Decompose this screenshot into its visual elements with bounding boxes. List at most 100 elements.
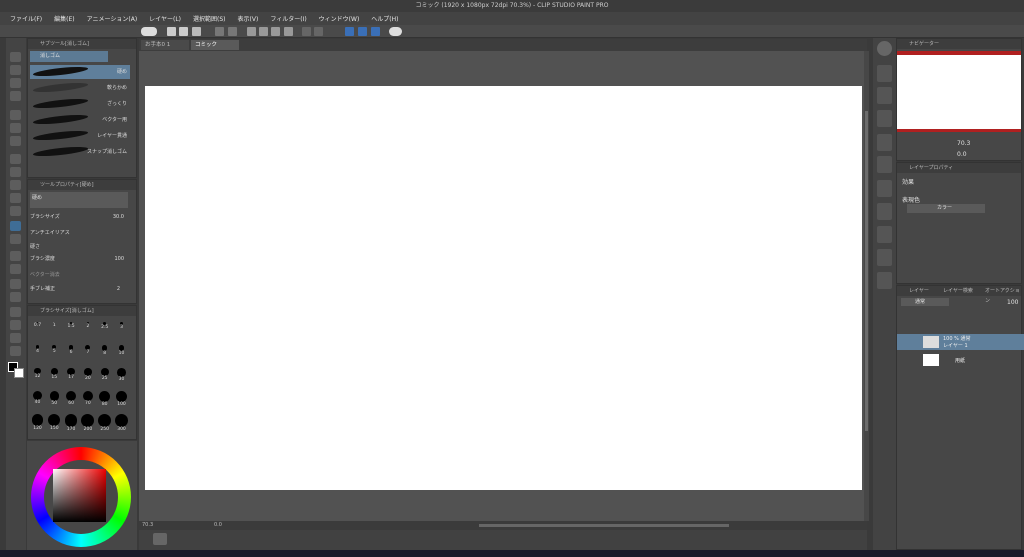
- fill-icon[interactable]: [259, 27, 268, 36]
- timeline-icon[interactable]: [153, 533, 167, 545]
- brush-size-cell[interactable]: 80: [97, 389, 112, 407]
- dock-icon[interactable]: [877, 156, 892, 173]
- brush-size-cell[interactable]: 170: [64, 412, 79, 432]
- menu-selection[interactable]: 選択範囲(S): [193, 14, 226, 23]
- tab-sample[interactable]: お手本0 1: [141, 40, 189, 50]
- brush-item[interactable]: 軟らかめ: [30, 81, 130, 95]
- brush-size-cell[interactable]: 3: [114, 320, 129, 338]
- stabilize-value[interactable]: 2: [117, 284, 120, 294]
- brush-size-cell[interactable]: 10: [114, 343, 129, 361]
- dock-icon[interactable]: [877, 272, 892, 289]
- brush-item[interactable]: ベクター用: [30, 113, 130, 127]
- brush-size-cell[interactable]: 120: [30, 412, 45, 431]
- decoration-tool-icon[interactable]: [10, 206, 21, 216]
- brush-size-cell[interactable]: 70: [80, 389, 95, 407]
- horizontal-scrollbar[interactable]: [479, 524, 729, 527]
- figure-tool-icon[interactable]: [10, 279, 21, 289]
- hand-tool-icon[interactable]: [10, 65, 21, 75]
- layer-row[interactable]: 100 % 通常 レイヤー 1: [897, 334, 1024, 350]
- brush-size-cell[interactable]: 300: [114, 412, 129, 432]
- navigator-angle[interactable]: 0.0: [957, 151, 967, 158]
- menu-filter[interactable]: フィルター(I): [270, 14, 306, 23]
- tab-comic[interactable]: コミック: [191, 40, 239, 50]
- selection-tool-icon[interactable]: [10, 110, 21, 120]
- dock-icon[interactable]: [877, 203, 892, 220]
- clear-icon[interactable]: [247, 27, 256, 36]
- brush-size-cell[interactable]: 2.5: [97, 320, 112, 338]
- brush-size-cell[interactable]: 0.7: [30, 320, 45, 338]
- brush-size-cell[interactable]: 200: [80, 412, 95, 432]
- correct-line-tool-icon[interactable]: [10, 346, 21, 356]
- menu-animation[interactable]: アニメーション(A): [87, 14, 138, 23]
- brush-size-row[interactable]: ブラシサイズ 30.0: [30, 212, 134, 222]
- tab-layer-search[interactable]: レイヤー検索: [943, 286, 973, 296]
- brush-size-cell[interactable]: 8: [97, 343, 112, 361]
- brush-size-cell[interactable]: 5: [47, 343, 62, 361]
- search-icon[interactable]: [877, 41, 892, 56]
- layer-row[interactable]: 用紙: [897, 352, 1024, 368]
- tab-layer[interactable]: レイヤー: [909, 286, 929, 296]
- saturation-value-square[interactable]: [53, 469, 106, 522]
- dock-icon[interactable]: [877, 180, 892, 197]
- close-icon[interactable]: [877, 65, 892, 82]
- sub-tool-tab[interactable]: 消しゴム: [30, 51, 108, 62]
- redo-icon[interactable]: [228, 27, 237, 36]
- brush-size-cell[interactable]: 50: [47, 389, 62, 407]
- opacity-value[interactable]: 100: [1007, 299, 1018, 306]
- brush-size-cell[interactable]: 12: [30, 366, 45, 384]
- open-file-icon[interactable]: [179, 27, 188, 36]
- brush-size-cell[interactable]: 15: [47, 366, 62, 384]
- brush-size-cell[interactable]: 17: [64, 366, 79, 384]
- dock-icon[interactable]: [877, 134, 892, 151]
- blend-tool-icon[interactable]: [10, 234, 21, 244]
- auto-select-icon[interactable]: [10, 123, 21, 133]
- menu-file[interactable]: ファイル(F): [10, 14, 42, 23]
- brush-size-cell[interactable]: 25: [97, 366, 112, 384]
- pencil-tool-icon[interactable]: [10, 167, 21, 177]
- undo-icon[interactable]: [215, 27, 224, 36]
- brush-size-cell[interactable]: 6: [64, 343, 79, 361]
- ruler-tool-icon[interactable]: [10, 307, 21, 317]
- stabilize-row[interactable]: 手ブレ補正 2: [30, 284, 134, 294]
- pen-tool-icon[interactable]: [10, 154, 21, 164]
- navigator-preview[interactable]: [897, 55, 1021, 129]
- menu-window[interactable]: ウィンドウ(W): [319, 14, 360, 23]
- hardness-row[interactable]: 硬さ: [30, 242, 134, 252]
- dock-icon[interactable]: [877, 110, 892, 127]
- text-tool-icon[interactable]: [10, 320, 21, 330]
- brush-size-cell[interactable]: 7: [80, 343, 95, 361]
- drawing-canvas[interactable]: [145, 86, 862, 490]
- brush-item[interactable]: 硬め: [30, 65, 130, 79]
- gradient-tool-icon[interactable]: [10, 264, 21, 274]
- eraser-tool-icon[interactable]: [10, 221, 21, 231]
- brush-size-cell[interactable]: 100: [114, 389, 129, 407]
- help-icon[interactable]: [389, 27, 402, 36]
- frame-border-tool-icon[interactable]: [10, 292, 21, 302]
- menu-view[interactable]: 表示(V): [238, 14, 259, 23]
- density-row[interactable]: ブラシ濃度 100: [30, 254, 134, 264]
- dock-icon[interactable]: [877, 87, 892, 104]
- angle-readout[interactable]: 0.0: [214, 522, 222, 528]
- clip-studio-icon[interactable]: [141, 27, 157, 36]
- brush-size-cell[interactable]: 150: [47, 412, 62, 431]
- brush-size-cell[interactable]: 40: [30, 389, 45, 407]
- snap-special-ruler-icon[interactable]: [358, 27, 367, 36]
- dock-icon[interactable]: [877, 226, 892, 243]
- brush-size-cell[interactable]: 30: [114, 366, 129, 384]
- brush-item[interactable]: レイヤー貫通: [30, 129, 130, 143]
- fill-tool-icon[interactable]: [10, 251, 21, 261]
- move-layer-icon[interactable]: [10, 91, 21, 101]
- brush-item[interactable]: ざっくり: [30, 97, 130, 111]
- snap-grid-icon[interactable]: [371, 27, 380, 36]
- menu-help[interactable]: ヘルプ(H): [371, 14, 398, 23]
- sub-color-swatch[interactable]: [14, 368, 24, 378]
- brush-tool-icon[interactable]: [10, 180, 21, 190]
- expression-color-select[interactable]: カラー: [907, 204, 985, 213]
- density-value[interactable]: 100: [114, 254, 124, 264]
- vector-erase-row[interactable]: ベクター消去: [30, 270, 134, 280]
- vertical-scrollbar[interactable]: [864, 51, 869, 521]
- save-icon[interactable]: [192, 27, 201, 36]
- brush-size-cell[interactable]: 250: [97, 412, 112, 432]
- blend-mode-select[interactable]: 通常: [901, 298, 949, 306]
- transform-icon[interactable]: [271, 27, 280, 36]
